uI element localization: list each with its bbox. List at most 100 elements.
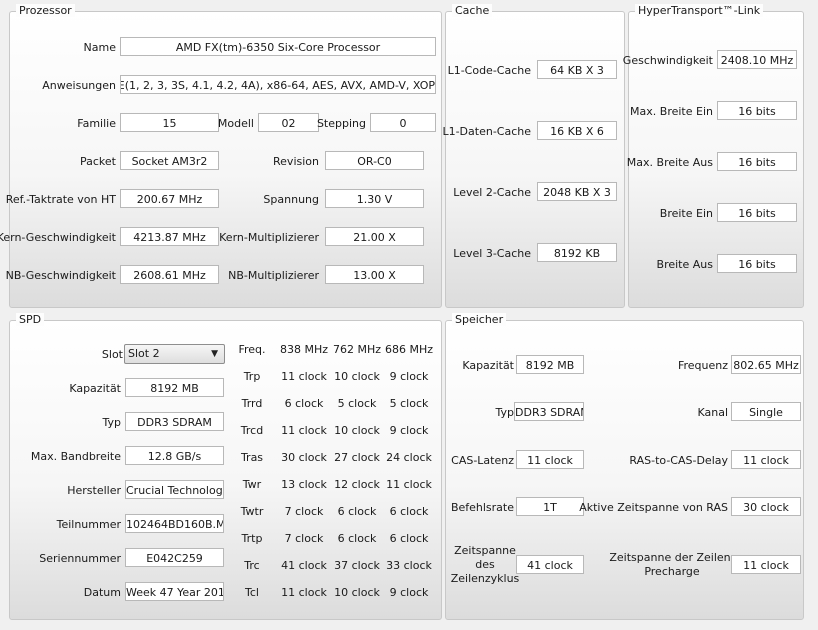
row-cycle-time-label: Zeitspanne des Zeilenzyklus <box>446 544 524 586</box>
core-speed-field: 4213.87 MHz <box>120 227 219 246</box>
timing-row-label: Trtp <box>241 532 263 545</box>
timing-value: 27 clock <box>334 451 380 464</box>
name-field: AMD FX(tm)-6350 Six-Core Processor <box>120 37 436 56</box>
timing-value: 6 clock <box>337 505 377 518</box>
spd-serial-label: Seriennummer <box>39 552 121 565</box>
processor-panel-title: Prozessor <box>16 4 75 17</box>
timing-row-label: Trrd <box>241 397 263 410</box>
timing-row-label: Trcd <box>240 424 264 437</box>
nb-speed-label: NB-Geschwindigkeit <box>5 269 116 282</box>
slot-select[interactable]: Slot 2 ▼ <box>124 344 225 364</box>
package-label: Packet <box>80 155 116 168</box>
core-multiplier-label: Kern-Multiplizierer <box>219 231 319 244</box>
stepping-label: Stepping <box>316 117 366 130</box>
ht-width-in-field: 16 bits <box>717 203 797 222</box>
spd-capacity-field: 8192 MB <box>125 378 224 397</box>
timing-value: 10 clock <box>334 586 380 599</box>
cache-panel: Cache L1-Code-Cache 64 KB X 3 L1-Daten-C… <box>442 4 625 308</box>
ht-speed-field: 2408.10 MHz <box>717 50 797 69</box>
mem-channel-field: Single <box>731 402 801 421</box>
nb-multiplier-label: NB-Multiplizierer <box>228 269 319 282</box>
timing-row-label: Trc <box>244 559 260 572</box>
timing-value: 24 clock <box>386 451 432 464</box>
tras-field: 30 clock <box>731 497 801 516</box>
timing-value: 11 clock <box>386 478 432 491</box>
ras-to-cas-label: RAS-to-CAS-Delay <box>629 454 728 467</box>
instructions-field: MMX(+), SSE(1, 2, 3, 3S, 4.1, 4.2, 4A), … <box>120 75 436 94</box>
timing-value: 838 MHz <box>279 343 329 356</box>
timing-value: 41 clock <box>281 559 327 572</box>
ht-max-width-out-field: 16 bits <box>717 152 797 171</box>
spd-panel-title: SPD <box>16 313 45 326</box>
stepping-field: 0 <box>370 113 436 132</box>
timing-value: 10 clock <box>334 370 380 383</box>
timing-value: 6 clock <box>389 505 429 518</box>
timing-value: 12 clock <box>334 478 380 491</box>
mem-channel-label: Kanal <box>697 406 728 419</box>
slot-select-value: Slot 2 <box>128 347 160 360</box>
timing-value: 30 clock <box>281 451 327 464</box>
timing-row-label: Freq. <box>238 343 266 356</box>
l2-cache-label: Level 2-Cache <box>453 186 531 199</box>
tras-label: Aktive Zeitspanne von RAS <box>579 501 728 514</box>
timing-value: 13 clock <box>281 478 327 491</box>
ht-ref-clock-field: 200.67 MHz <box>120 189 219 208</box>
timing-value: 10 clock <box>334 424 380 437</box>
timing-value: 5 clock <box>337 397 377 410</box>
ht-max-width-in-field: 16 bits <box>717 101 797 120</box>
timing-value: 7 clock <box>284 505 324 518</box>
timing-value: 5 clock <box>389 397 429 410</box>
timing-value: 37 clock <box>334 559 380 572</box>
row-cycle-time-label-line: Zeitspanne <box>454 544 516 557</box>
voltage-label: Spannung <box>263 193 319 206</box>
spd-type-field: DDR3 SDRAM <box>125 412 224 431</box>
mem-frequency-field: 802.65 MHz <box>731 355 801 374</box>
slot-label: Slot <box>101 348 123 361</box>
model-field: 02 <box>258 113 319 132</box>
ras-to-cas-field: 11 clock <box>731 450 801 469</box>
spd-serial-field: E042C259 <box>125 548 224 567</box>
l3-cache-label: Level 3-Cache <box>453 247 531 260</box>
row-cycle-time-label-line: des <box>475 558 495 571</box>
processor-panel: Prozessor Name AMD FX(tm)-6350 Six-Core … <box>0 4 442 308</box>
window-bottom-edge <box>0 620 818 630</box>
core-speed-label: Kern-Geschwindigkeit <box>0 231 116 244</box>
timing-value: 11 clock <box>281 586 327 599</box>
ht-ref-clock-label: Ref.-Taktrate von HT <box>5 193 116 206</box>
instructions-label: Anweisungen <box>42 79 116 92</box>
spd-bandwidth-label: Max. Bandbreite <box>30 450 121 463</box>
timing-value: 686 MHz <box>384 343 434 356</box>
row-precharge-label-line: Precharge <box>644 565 700 578</box>
spd-type-label: Typ <box>102 416 122 429</box>
package-field: Socket AM3r2 <box>120 151 219 170</box>
timing-row-label: Trp <box>243 370 261 383</box>
timing-value: 9 clock <box>389 586 429 599</box>
spd-part-number-label: Teilnummer <box>56 518 121 531</box>
memory-panel: Speicher Kapazität 8192 MB Frequenz 802.… <box>445 313 804 620</box>
nb-multiplier-field: 13.00 X <box>325 265 424 284</box>
cas-latency-field: 11 clock <box>516 450 584 469</box>
row-cycle-time-field: 41 clock <box>516 555 584 574</box>
ht-width-out-label: Breite Aus <box>656 258 713 271</box>
timing-row-label: Twtr <box>240 505 264 518</box>
timing-value: 11 clock <box>281 424 327 437</box>
ht-width-out-field: 16 bits <box>717 254 797 273</box>
voltage-field: 1.30 V <box>325 189 424 208</box>
ht-speed-label: Geschwindigkeit <box>622 54 713 67</box>
timing-value: 33 clock <box>386 559 432 572</box>
row-precharge-label: Zeitspanne der Zeilen- Precharge <box>606 551 738 579</box>
spd-part-number-field: 102464BD160B.M16 <box>125 514 224 533</box>
memory-panel-title: Speicher <box>452 313 507 326</box>
spd-bandwidth-field: 12.8 GB/s <box>125 446 224 465</box>
spd-date-label: Datum <box>83 586 121 599</box>
timing-value: 9 clock <box>389 370 429 383</box>
l1-code-cache-field: 64 KB X 3 <box>537 60 617 79</box>
revision-field: OR-C0 <box>325 151 424 170</box>
row-precharge-label-line: Zeitspanne der Zeilen- <box>609 551 735 564</box>
l1-code-cache-label: L1-Code-Cache <box>447 64 531 77</box>
spd-date-field: Week 47 Year 2016 <box>125 582 224 601</box>
command-rate-field: 1T <box>516 497 584 516</box>
row-cycle-time-label-line: Zeilenzyklus <box>450 572 520 585</box>
mem-frequency-label: Frequenz <box>677 359 728 372</box>
timing-value: 9 clock <box>389 424 429 437</box>
